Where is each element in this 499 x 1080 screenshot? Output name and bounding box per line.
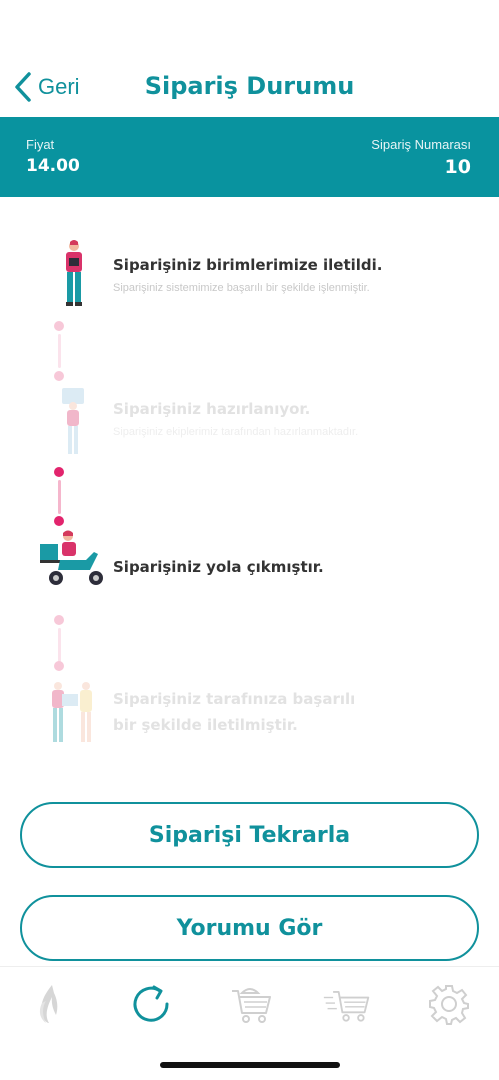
fast-cart-icon (323, 991, 370, 1022)
person-carrying-box-icon (40, 382, 110, 472)
step-title: Siparişiniz yola çıkmıştır. (113, 558, 324, 576)
timeline-line (57, 480, 61, 514)
gear-icon (429, 985, 469, 1025)
timeline-dot (54, 661, 64, 671)
price-value: 14.00 (26, 156, 80, 176)
flame-logo-icon (39, 985, 58, 1023)
order-info-bar: Fiyat 14.00 Sipariş Numarası 10 (0, 117, 499, 197)
timeline-dot (54, 615, 64, 625)
timeline-dot (54, 321, 64, 331)
refresh-icon (133, 985, 169, 1022)
step-description: Siparişiniz sistemimize başarılı bir şek… (113, 282, 370, 294)
step-description: Siparişiniz ekiplerimiz tarafından hazır… (113, 426, 359, 438)
order-number-label: Sipariş Numarası (371, 137, 471, 152)
food-cart-icon (232, 988, 271, 1023)
view-review-button[interactable]: Yorumu Gör (20, 895, 479, 961)
order-number-value: 10 (444, 156, 471, 178)
tab-menu[interactable] (226, 981, 276, 1027)
bottom-tab-bar (0, 966, 499, 1040)
reorder-button[interactable]: Siparişi Tekrarla (20, 802, 479, 868)
page-title: Sipariş Durumu (144, 72, 355, 100)
tab-orders[interactable] (126, 981, 176, 1027)
step-title: Siparişiniz hazırlanıyor. (113, 400, 311, 418)
tab-settings[interactable] (424, 981, 474, 1027)
step-title-line-2: bir şekilde iletilmiştir. (113, 716, 298, 734)
step-title-line-1: Siparişiniz tarafınıza başarılı (113, 690, 356, 708)
timeline-line (57, 334, 61, 368)
price-label: Fiyat (26, 137, 55, 152)
tab-cart[interactable] (322, 981, 372, 1027)
order-number-block: Sipariş Numarası 10 (371, 137, 471, 178)
person-with-phone-icon (40, 238, 110, 328)
navigation-bar: Geri Sipariş Durumu (0, 60, 499, 116)
timeline-dot (54, 516, 64, 526)
timeline-dot (54, 467, 64, 477)
home-indicator (160, 1062, 340, 1068)
timeline-line (57, 628, 61, 662)
price-block: Fiyat 14.00 (26, 137, 80, 176)
timeline-dot (54, 371, 64, 381)
tab-home[interactable] (24, 981, 74, 1027)
delivery-scooter-icon (38, 530, 110, 620)
package-handover-icon (40, 674, 110, 764)
step-title: Siparişiniz birimlerimize iletildi. (113, 256, 383, 274)
